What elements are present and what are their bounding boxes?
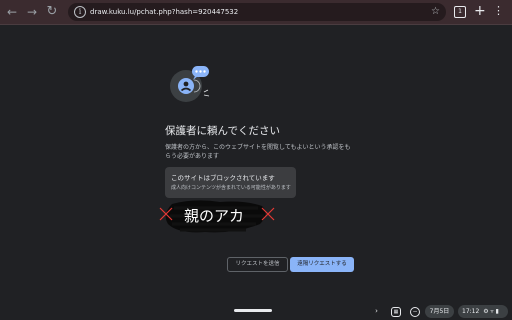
reload-icon[interactable]: ↻: [44, 4, 60, 20]
overview-icon[interactable]: ▦: [391, 307, 401, 317]
more-menu-icon[interactable]: ⋮: [493, 2, 504, 20]
supervised-user-illustration-icon: [170, 66, 210, 102]
date-chip[interactable]: 7月5日: [425, 305, 454, 318]
time-text: 17:12: [462, 308, 480, 315]
remote-request-button[interactable]: 遠隔リクエストする: [290, 257, 354, 272]
forward-arrow-icon[interactable]: →: [24, 4, 40, 20]
url-text[interactable]: draw.kuku.lu/pchat.php?hash=920447532: [90, 6, 238, 18]
new-tab-plus-icon[interactable]: +: [474, 2, 486, 20]
handwriting-text: 親のアカ: [184, 207, 244, 225]
address-bar[interactable]: i draw.kuku.lu/pchat.php?hash=920447532 …: [68, 3, 446, 21]
tab-count-button[interactable]: 1: [454, 6, 466, 18]
site-info-icon[interactable]: i: [74, 6, 86, 18]
status-area[interactable]: 17:12 ⚙ ▿ ▮: [458, 305, 508, 318]
handwritten-scribble: 親のアカ: [159, 200, 275, 233]
browser-toolbar: ← → ↻ i draw.kuku.lu/pchat.php?hash=9204…: [0, 0, 512, 24]
blocked-card-subtitle: 成人向けコンテンツが含まれている可能性があります: [171, 185, 291, 191]
chevron-right-icon[interactable]: ›: [371, 306, 382, 317]
do-not-disturb-icon[interactable]: −: [410, 307, 420, 317]
send-request-button[interactable]: リクエストを送信: [227, 257, 288, 272]
wifi-icon: ▿: [490, 308, 494, 315]
bookmark-star-icon[interactable]: ☆: [431, 5, 440, 19]
page-description: 保護者の方から、このウェブサイトを閲覧してもよいという承認をもらう必要があります: [165, 144, 351, 160]
back-arrow-icon[interactable]: ←: [4, 4, 20, 20]
blocked-card-title: このサイトはブロックされています: [171, 174, 275, 182]
battery-icon: ▮: [495, 308, 499, 315]
toolbar-divider: [0, 24, 512, 25]
home-gesture-handle[interactable]: [234, 309, 272, 312]
settings-icon: ⚙: [483, 308, 489, 315]
page-title: 保護者に頼んでください: [165, 125, 280, 137]
